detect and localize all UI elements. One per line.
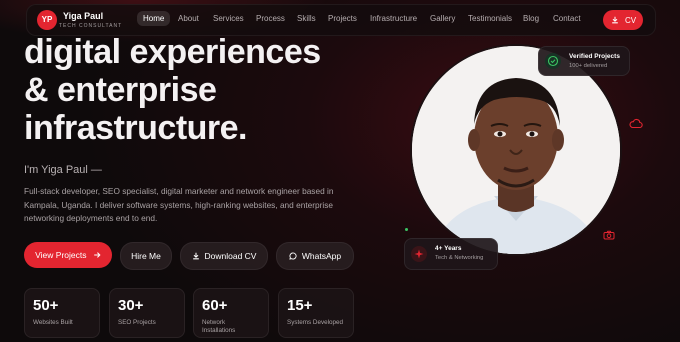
view-projects-button[interactable]: View Projects (24, 242, 112, 268)
hero-headline: digital experiences & enterprise infrast… (24, 33, 321, 147)
stat-label: SEO Projects (118, 319, 156, 326)
nav-home[interactable]: Home (137, 11, 171, 26)
download-cv-label: Download CV (204, 251, 257, 261)
whatsapp-button[interactable]: WhatsApp (276, 242, 354, 270)
hero-intro: I'm Yiga Paul — (24, 164, 102, 176)
portrait-illustration (412, 46, 620, 254)
whatsapp-label: WhatsApp (301, 251, 342, 261)
nav-projects[interactable]: Projects (328, 14, 357, 23)
check-icon (545, 53, 561, 69)
logo-avatar[interactable]: YP (37, 10, 57, 30)
hire-me-button[interactable]: Hire Me (120, 242, 172, 270)
cloud-icon (629, 118, 643, 129)
cv-download-button[interactable]: CV (603, 10, 643, 30)
nav-testimonials[interactable]: Testimonials (468, 14, 512, 23)
camera-icon (603, 230, 615, 240)
stat-value: 60+ (202, 297, 228, 314)
nav-about[interactable]: About (178, 14, 199, 23)
nav-process[interactable]: Process (256, 14, 285, 23)
download-icon (192, 252, 199, 260)
view-projects-label: View Projects (35, 250, 87, 260)
headline-line-1: digital experiences (24, 33, 321, 71)
badge-title: 4+ Years (435, 245, 462, 252)
nav-services[interactable]: Services (213, 14, 244, 23)
hero-description: Full-stack developer, SEO specialist, di… (24, 186, 334, 223)
badge-subtitle: 100+ delivered (569, 63, 608, 69)
download-cv-button[interactable]: Download CV (180, 242, 268, 270)
badge-title: Verified Projects (569, 53, 620, 60)
navbar: YP Yiga Paul TECH CONSULTANT Home About … (26, 4, 656, 36)
nav-blog[interactable]: Blog (523, 14, 539, 23)
chat-icon (289, 252, 297, 260)
stat-value: 15+ (287, 297, 313, 314)
nav-gallery[interactable]: Gallery (430, 14, 455, 23)
nav-skills[interactable]: Skills (297, 14, 316, 23)
brand-tagline: TECH CONSULTANT (59, 23, 123, 29)
stat-card: 30+ SEO Projects (109, 288, 185, 338)
experience-badge: 4+ Years Tech & Networking (404, 238, 498, 270)
badge-subtitle: Tech & Networking (435, 255, 484, 261)
nav-contact[interactable]: Contact (553, 14, 581, 23)
stat-value: 30+ (118, 297, 144, 314)
stat-card: 60+ Network Installations (193, 288, 269, 338)
brand-name[interactable]: Yiga Paul (63, 11, 103, 21)
stat-label: Systems Developed (287, 319, 343, 326)
hire-me-label: Hire Me (131, 251, 161, 261)
stat-card: 50+ Websites Built (24, 288, 100, 338)
download-icon (612, 16, 618, 24)
sparkle-icon (411, 246, 427, 262)
verified-projects-badge: Verified Projects 100+ delivered (538, 46, 630, 76)
nav-infrastructure[interactable]: Infrastructure (370, 14, 417, 23)
stat-value: 50+ (33, 297, 59, 314)
cv-label: CV (625, 16, 637, 25)
stat-label: Network Installations (202, 319, 236, 334)
arrow-right-icon (94, 252, 101, 258)
headline-line-3: infrastructure. (24, 109, 247, 147)
stat-label: Websites Built (33, 319, 73, 326)
stat-card: 15+ Systems Developed (278, 288, 354, 338)
headline-line-2: & enterprise (24, 71, 217, 109)
decorative-dot (405, 228, 408, 231)
